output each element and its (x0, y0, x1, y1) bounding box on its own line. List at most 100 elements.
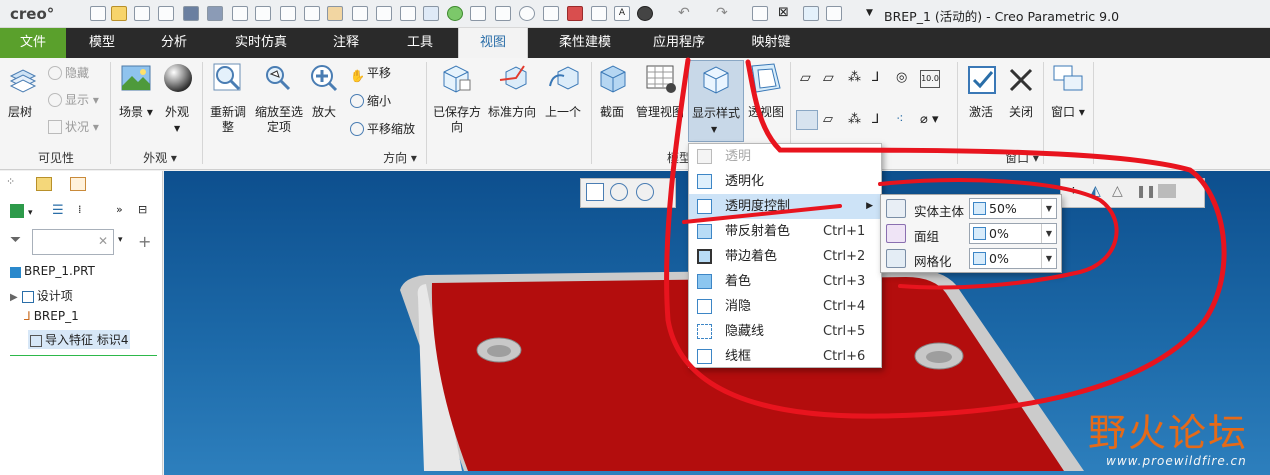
open-folder-icon[interactable] (111, 6, 127, 21)
hide-button[interactable]: 隐藏 (48, 64, 89, 81)
tab-applications[interactable]: 应用程序 (644, 28, 714, 58)
menu-item-hidden-line[interactable]: 隐藏线 Ctrl+5 (689, 319, 881, 344)
model-tree-tab-icon[interactable]: ⁘ (6, 175, 28, 195)
tab-mapkeys[interactable]: 映射键 (740, 28, 802, 58)
favorites-tab-icon[interactable] (70, 177, 86, 191)
toolbar-refit-icon[interactable] (586, 183, 604, 201)
search-dropdown-icon[interactable]: ▾ (118, 235, 140, 255)
display-style-button[interactable]: 显示样式 ▼ (688, 60, 744, 142)
clear-search-icon[interactable]: ✕ (98, 234, 108, 248)
datum-icon[interactable] (495, 6, 511, 21)
save-as-icon[interactable] (207, 6, 223, 21)
regen-model-icon[interactable] (752, 6, 768, 21)
menu-item-wireframe[interactable]: 线框 Ctrl+6 (689, 344, 881, 369)
tree-settings-icon[interactable]: ⁞ (78, 203, 100, 223)
toolbar-zoom-out-icon[interactable] (636, 183, 654, 201)
toolbar-next-icon[interactable] (1158, 184, 1176, 198)
mesh-icon[interactable] (886, 249, 906, 268)
tree-item-csys[interactable]: ⅃ BREP_1 (24, 309, 79, 323)
axis-display-icon[interactable]: ⏥ (823, 70, 845, 90)
toolbar-zoom-in-icon[interactable] (610, 183, 628, 201)
chevron-down-icon[interactable]: ▼ (1041, 199, 1056, 218)
layer-icon[interactable] (376, 6, 392, 21)
tab-flexible-modeling[interactable]: 柔性建模 (546, 28, 624, 58)
regenerate-icon[interactable] (352, 6, 368, 21)
open-from-icon[interactable] (134, 6, 150, 21)
close-window-icon[interactable]: ⊠ (778, 6, 794, 21)
save-backup-icon[interactable] (232, 6, 248, 21)
zoom-out-button[interactable]: 缩小 (350, 92, 391, 109)
edit-icon[interactable] (304, 6, 320, 21)
qat-more-icon[interactable]: ▼ (866, 6, 882, 21)
tree-columns-icon[interactable]: ☰ (52, 203, 74, 223)
point-display-icon[interactable]: ⁂ (848, 70, 870, 90)
spline-icon[interactable] (543, 6, 559, 21)
sphere-green-icon[interactable] (447, 6, 463, 21)
solid-body-icon[interactable] (886, 199, 906, 218)
options-icon[interactable] (158, 6, 174, 21)
tab-tools[interactable]: 工具 (392, 28, 448, 58)
select-icon[interactable] (423, 6, 439, 21)
tree-filter-icon[interactable]: ⊟ (138, 203, 160, 223)
expand-panel-icon[interactable]: » (116, 203, 138, 223)
measure-icon[interactable] (400, 6, 416, 21)
menu-item-shade-edges[interactable]: 带边着色 Ctrl+2 (689, 244, 881, 269)
toolbar-pause-icon[interactable]: ❚❚ (1136, 184, 1156, 198)
status-button[interactable]: 状况 ▾ (48, 118, 99, 135)
print-icon[interactable] (280, 6, 296, 21)
curve-icon[interactable] (470, 6, 486, 21)
pan-button[interactable]: ✋ 平移 (350, 64, 391, 83)
window-icon[interactable] (826, 6, 842, 21)
model-cube-icon[interactable] (10, 204, 24, 218)
folder-browser-tab-icon[interactable] (36, 177, 52, 191)
tab-analysis[interactable]: 分析 (144, 28, 204, 58)
quilt-transparency-select[interactable]: 0% ▼ (969, 223, 1057, 244)
eraser-icon[interactable] (327, 6, 343, 21)
spin-center-icon[interactable]: ◎ (896, 70, 918, 90)
tree-options-arrow-icon[interactable]: ▾ (28, 208, 38, 228)
chevron-down-icon[interactable]: ▼ (1041, 249, 1056, 268)
menu-item-transparent[interactable]: 透明 (689, 144, 881, 169)
tab-simulate[interactable]: 实时仿真 (222, 28, 300, 58)
tree-item-import-feature[interactable]: 导入特征 标识4 (28, 330, 131, 349)
pan-zoom-button[interactable]: 平移缩放 (350, 120, 415, 137)
annotation-icon[interactable]: A (614, 6, 630, 21)
menu-item-no-hidden[interactable]: 消隐 Ctrl+4 (689, 294, 881, 319)
new-file-icon[interactable] (90, 6, 106, 21)
chevron-down-icon[interactable]: ▼ (1041, 224, 1056, 243)
tab-view[interactable]: 视图 (458, 28, 528, 58)
toolbar-spin-icon[interactable]: ⁘ (1068, 184, 1079, 199)
tab-file[interactable]: 文件 (0, 28, 66, 58)
plane-tag-icon[interactable] (796, 110, 818, 130)
shade-sphere-icon[interactable] (637, 6, 653, 21)
display-filter-icon[interactable]: 10.0 (920, 70, 940, 88)
network-icon[interactable] (255, 6, 271, 21)
annotation-display-icon[interactable]: ⁖ (896, 112, 918, 132)
tree-item-design-items[interactable]: ▶ 设计项 (10, 287, 73, 304)
menu-item-shade-reflections[interactable]: 带反射着色 Ctrl+1 (689, 219, 881, 244)
tab-annotate[interactable]: 注释 (316, 28, 376, 58)
plane-display-icon[interactable]: ⏥ (800, 70, 822, 90)
expand-arrow-icon[interactable]: ▶ (10, 292, 18, 303)
datum-filter-icon[interactable]: ⌀ ▾ (920, 112, 942, 132)
no-hidden-icon[interactable] (519, 6, 535, 21)
save-icon[interactable] (183, 6, 199, 21)
color-icon[interactable] (567, 6, 583, 21)
show-button[interactable]: 显示 ▾ (48, 91, 99, 108)
menu-item-transparency-control[interactable]: 透明度控制 ▶ (689, 194, 881, 219)
mesh-transparency-select[interactable]: 0% ▼ (969, 248, 1057, 269)
tree-search-input[interactable]: ✕ (32, 229, 114, 255)
tree-item-part[interactable]: BREP_1.PRT (10, 264, 95, 278)
menu-item-make-transparent[interactable]: 透明化 (689, 169, 881, 194)
menu-item-shading[interactable]: 着色 Ctrl+3 (689, 269, 881, 294)
point-tag-icon[interactable]: ⁂ (848, 112, 870, 132)
csys-display-icon[interactable]: ⅃ (872, 70, 894, 90)
filter-funnel-icon[interactable]: ⏷ (10, 232, 32, 252)
toolbar-annotation-icon[interactable]: ◭ (1090, 183, 1101, 199)
toolbar-warning-icon[interactable]: △ (1112, 183, 1123, 199)
axis-tag-icon[interactable]: ⏥ (823, 112, 845, 132)
add-filter-icon[interactable]: + (138, 232, 160, 252)
solid-body-transparency-select[interactable]: 50% ▼ (969, 198, 1057, 219)
tab-model[interactable]: 模型 (72, 28, 132, 58)
checkbox-icon[interactable] (803, 6, 819, 21)
